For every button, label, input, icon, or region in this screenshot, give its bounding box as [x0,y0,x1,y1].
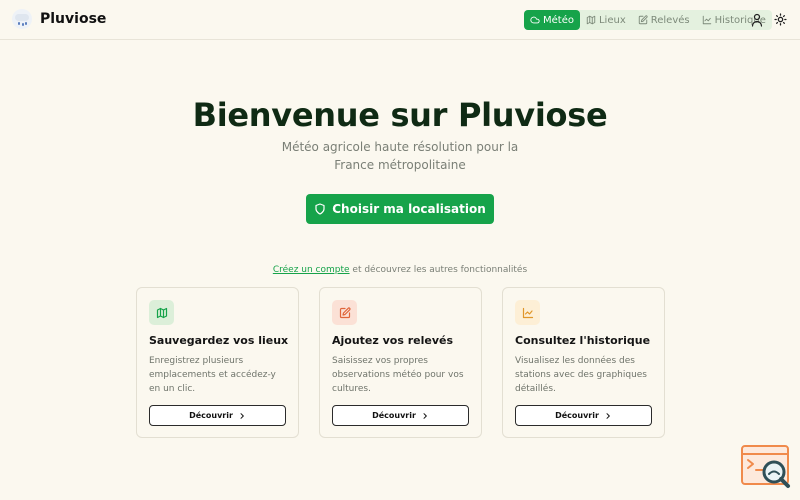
brand-name: Pluviose [40,11,107,27]
card-description: Enregistrez plusieurs emplacements et ac… [149,354,289,396]
chevron-right-icon [240,412,244,419]
page-subtitle: Météo agricole haute résolution pour la … [275,138,525,174]
create-account-link[interactable]: Créez un compte [273,265,350,275]
card-icon-wrap [149,300,174,325]
chevron-right-icon [606,412,610,419]
map-icon [586,15,596,25]
card-desc-line: en un clic. [149,384,196,394]
card-title: Consultez l'historique [515,334,651,347]
feature-card-historique: Consultez l'historique Visualisez les do… [502,287,665,438]
chart-icon [522,307,533,318]
nav-item-label: Lieux [598,14,626,26]
chart-icon [702,15,711,25]
card-desc-line: cultures. [332,384,371,394]
card-title: Sauvegardez vos lieux [149,334,289,347]
shield-icon [315,203,325,215]
logo-icon [12,9,32,29]
nav-item-label: Relevés [650,14,690,26]
discover-label: Découvrir [372,411,416,420]
top-bar: Pluviose Météo Lieux Relevés Historique [0,0,800,40]
signup-prompt-text: et découvrez les autres fonctionnalités [349,265,528,275]
card-description: Visualisez les données des stations avec… [515,354,655,396]
discover-button[interactable]: Découvrir [149,405,286,426]
card-icon-wrap [332,300,357,325]
feature-card-lieux: Sauvegardez vos lieux Enregistrez plusie… [136,287,299,438]
nav-item-lieux[interactable]: Lieux [580,10,632,30]
subtitle-line: France métropolitaine [334,158,466,172]
cloud-icon [530,16,540,24]
card-desc-line: observations météo pour vos [332,370,464,380]
sun-icon[interactable] [774,13,787,26]
brand[interactable]: Pluviose [12,9,106,29]
choose-location-label: Choisir ma localisation [332,202,486,216]
card-description: Saisissez vos propres observations météo… [332,354,472,396]
card-desc-line: emplacements et accédez-y [149,370,276,380]
card-desc-line: Enregistrez plusieurs [149,356,244,366]
signup-prompt: Créez un compte et découvrez les autres … [0,265,800,275]
card-desc-line: Saisissez vos propres [332,356,428,366]
chevron-right-icon [423,412,427,419]
nav-item-meteo[interactable]: Météo [524,10,580,30]
subtitle-line: Météo agricole haute résolution pour la [281,140,519,154]
choose-location-button[interactable]: Choisir ma localisation [306,194,494,224]
card-title: Ajoutez vos relevés [332,334,454,347]
nav-item-label: Météo [543,14,574,26]
discover-button[interactable]: Découvrir [515,405,652,426]
card-desc-line: Visualisez les données des [515,356,635,366]
main-nav: Météo Lieux Relevés Historique [524,10,772,30]
edit-icon [638,15,648,25]
card-desc-line: stations avec des graphiques [515,370,647,380]
page-title: Bienvenue sur Pluviose [192,96,608,134]
discover-label: Découvrir [555,411,599,420]
card-desc-line: détaillés. [515,384,556,394]
feature-card-releves: Ajoutez vos relevés Saisissez vos propre… [319,287,482,438]
discover-label: Découvrir [189,411,233,420]
card-icon-wrap [515,300,540,325]
nav-item-releves[interactable]: Relevés [632,10,696,30]
map-icon [156,307,167,318]
discover-button[interactable]: Découvrir [332,405,469,426]
edit-icon [339,306,351,318]
user-icon[interactable] [751,13,763,27]
help-search-icon[interactable] [740,444,792,490]
